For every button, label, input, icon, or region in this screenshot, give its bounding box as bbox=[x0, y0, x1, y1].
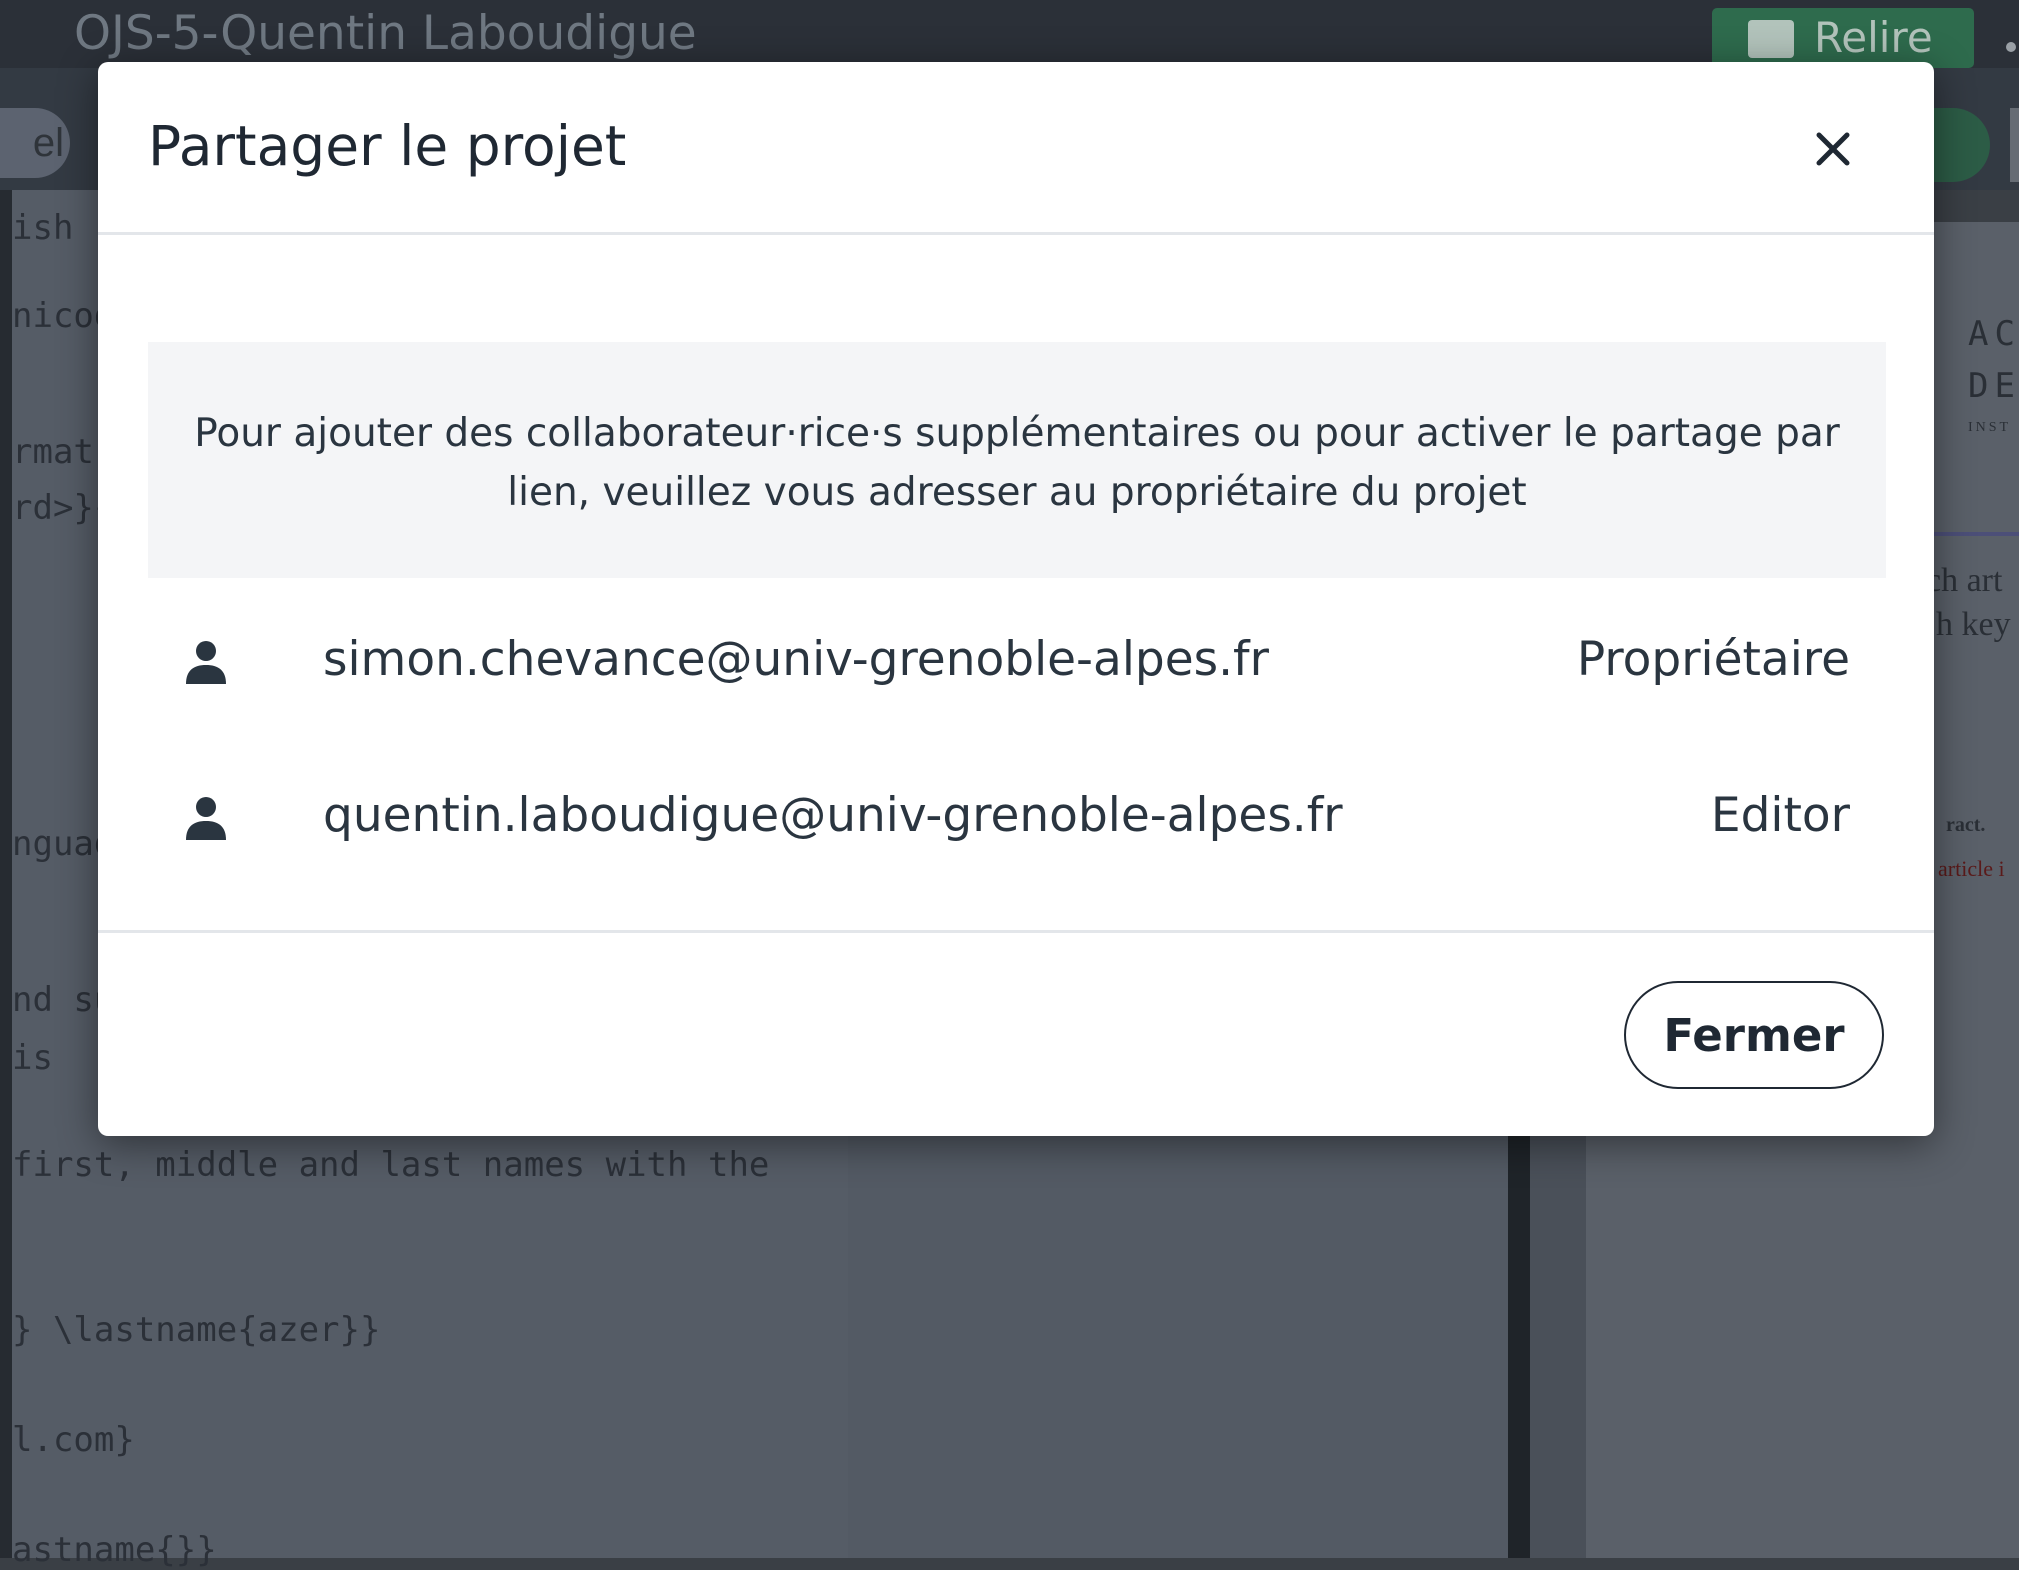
editor-line: l.com} bbox=[12, 1420, 135, 1460]
member-row: simon.chevance@univ-grenoble-alpes.fr Pr… bbox=[148, 624, 1886, 704]
member-email: simon.chevance@univ-grenoble-alpes.fr bbox=[323, 632, 1269, 687]
project-title: OJS-5-Quentin Laboudigue bbox=[74, 6, 697, 61]
user-icon bbox=[186, 641, 226, 684]
toolbar-pill-left[interactable]: el bbox=[0, 108, 70, 178]
dialog-footer: Fermer bbox=[98, 930, 1934, 1136]
info-text: Pour ajouter des collaborateur·rice·s su… bbox=[194, 411, 1840, 515]
editor-line: is bbox=[12, 1038, 53, 1078]
close-icon bbox=[1816, 132, 1850, 166]
info-notice: Pour ajouter des collaborateur·rice·s su… bbox=[148, 342, 1886, 578]
editor-line: rmat bbox=[12, 432, 94, 472]
member-role: Propriétaire bbox=[1576, 632, 1850, 687]
member-role: Editor bbox=[1710, 788, 1850, 843]
preview-text: ch art bbox=[1926, 562, 2003, 599]
preview-text: h key bbox=[1936, 606, 2011, 643]
preview-text: ACA bbox=[1968, 314, 2019, 354]
editor-line: } \lastname{azer}} bbox=[12, 1310, 381, 1350]
top-bar: OJS-5-Quentin Laboudigue Relire bbox=[0, 0, 2019, 68]
close-button[interactable] bbox=[1798, 114, 1868, 184]
user-icon bbox=[186, 797, 226, 840]
dialog-header: Partager le projet bbox=[98, 62, 1934, 235]
editor-line: ish bbox=[12, 208, 74, 248]
preview-text: article i bbox=[1938, 856, 2005, 881]
preview-text: ract. bbox=[1946, 814, 1986, 836]
edit-icon bbox=[1748, 20, 1794, 58]
preview-text: DES bbox=[1968, 366, 2019, 406]
review-button-label: Relire bbox=[1814, 13, 1933, 62]
member-email: quentin.laboudigue@univ-grenoble-alpes.f… bbox=[323, 788, 1343, 843]
editor-line: astname{}} bbox=[12, 1530, 217, 1570]
dialog-title: Partager le projet bbox=[148, 114, 627, 178]
left-edge bbox=[0, 0, 12, 1558]
close-dialog-button[interactable]: Fermer bbox=[1624, 981, 1884, 1089]
menu-icon[interactable] bbox=[2006, 42, 2016, 52]
review-button[interactable]: Relire bbox=[1712, 8, 1974, 68]
editor-line: first, middle and last names with the bbox=[12, 1145, 770, 1185]
member-row: quentin.laboudigue@univ-grenoble-alpes.f… bbox=[148, 780, 1886, 860]
preview-text: INST bbox=[1968, 420, 2012, 435]
toolbar-edge bbox=[2010, 108, 2019, 182]
share-project-dialog: Partager le projet Pour ajouter des coll… bbox=[98, 62, 1934, 1136]
